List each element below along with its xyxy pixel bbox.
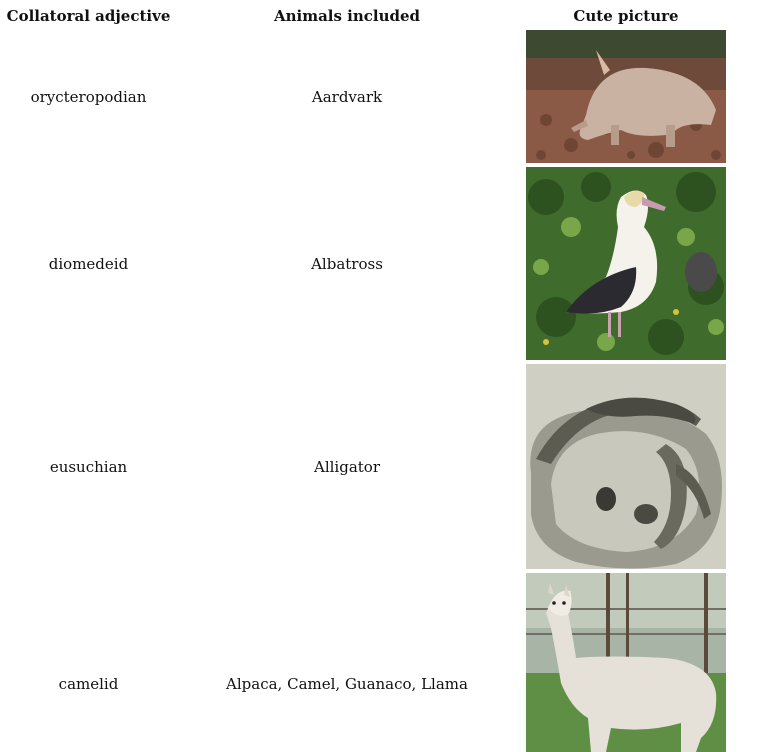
- adjective-cell: camelid: [58, 675, 119, 693]
- header-animals-included: Animals included: [273, 7, 421, 25]
- adjective-cell: eusuchian: [49, 458, 128, 476]
- albatross-photo-icon: [526, 167, 726, 360]
- alpaca-photo-icon: [526, 573, 726, 752]
- header-cute-picture: Cute picture: [573, 7, 679, 25]
- animals-cell: Alligator: [314, 458, 380, 476]
- header-collatoral-adjective: Collatoral adjective: [6, 7, 171, 25]
- animals-cell: Aardvark: [311, 88, 383, 106]
- animals-cell: Albatross: [311, 255, 383, 273]
- adjective-cell: diomedeid: [48, 255, 129, 273]
- adjective-cell: orycteropodian: [30, 88, 147, 106]
- aardvark-photo-icon: [526, 30, 726, 163]
- alligator-photo-icon: [526, 364, 726, 569]
- animals-cell: Alpaca, Camel, Guanaco, Llama: [226, 675, 468, 693]
